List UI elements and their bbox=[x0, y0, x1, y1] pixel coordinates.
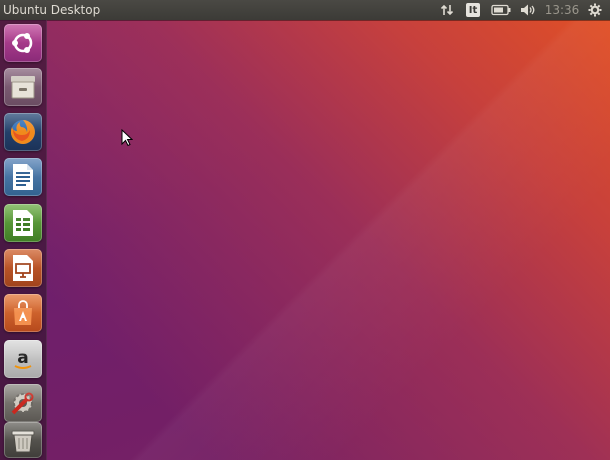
launcher-ubuntu-software[interactable] bbox=[4, 294, 42, 332]
document-icon bbox=[13, 164, 33, 190]
launcher-system-settings[interactable] bbox=[4, 384, 42, 422]
mouse-pointer-icon bbox=[121, 129, 133, 147]
launcher-libreoffice-writer[interactable] bbox=[4, 158, 42, 196]
gear-wrench-icon bbox=[11, 392, 34, 415]
launcher: a bbox=[0, 20, 47, 460]
battery-icon[interactable] bbox=[486, 0, 516, 20]
launcher-firefox[interactable] bbox=[4, 113, 42, 151]
desktop-wallpaper[interactable] bbox=[0, 0, 610, 460]
launcher-libreoffice-calc[interactable] bbox=[4, 204, 42, 242]
file-cabinet-icon bbox=[11, 76, 35, 99]
session-gear-icon[interactable] bbox=[584, 0, 606, 20]
launcher-dash-home[interactable] bbox=[4, 24, 42, 62]
trash-icon bbox=[11, 430, 35, 453]
shopping-bag-icon bbox=[14, 300, 32, 325]
top-panel: Ubuntu Desktop It 13:36 bbox=[0, 0, 610, 20]
network-icon[interactable] bbox=[434, 0, 460, 20]
clock[interactable]: 13:36 bbox=[540, 0, 584, 20]
volume-icon[interactable] bbox=[516, 0, 540, 20]
window-title: Ubuntu Desktop bbox=[3, 3, 101, 17]
launcher-libreoffice-impress[interactable] bbox=[4, 249, 42, 287]
launcher-amazon[interactable]: a bbox=[4, 340, 42, 378]
presentation-icon bbox=[13, 255, 33, 281]
keyboard-layout-label: It bbox=[466, 3, 480, 17]
launcher-trash[interactable] bbox=[4, 422, 42, 458]
amazon-icon: a bbox=[14, 348, 32, 369]
svg-text:a: a bbox=[17, 348, 28, 368]
firefox-icon bbox=[10, 120, 35, 144]
indicator-area: It 13:36 bbox=[434, 0, 606, 20]
spreadsheet-icon bbox=[13, 210, 33, 236]
launcher-files[interactable] bbox=[4, 68, 42, 106]
keyboard-layout-indicator[interactable]: It bbox=[460, 0, 486, 20]
ubuntu-logo-icon bbox=[12, 33, 33, 53]
